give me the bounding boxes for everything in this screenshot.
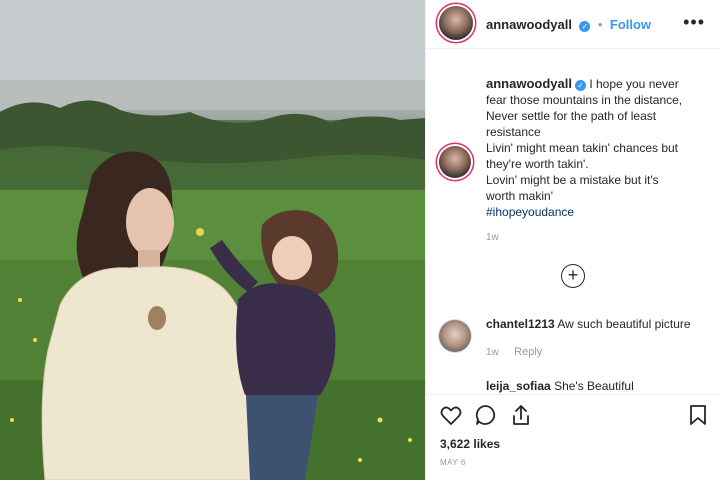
caption-timestamp: 1w (486, 232, 499, 243)
like-count[interactable]: 3,622 likes (440, 437, 500, 451)
comment-timestamp: 1w (486, 347, 499, 358)
header-line: annawoodyall ✓ • Follow (486, 16, 651, 34)
post-header: annawoodyall ✓ • Follow ••• (426, 0, 720, 49)
comment-item: leija_sofiaa She's Beautiful (486, 379, 634, 393)
heart-icon[interactable] (439, 403, 463, 427)
post-sidebar: annawoodyall ✓ • Follow ••• annawoodyall… (425, 0, 720, 481)
comment-meta: 1w Reply (486, 344, 542, 358)
commenter-avatar[interactable] (439, 320, 471, 352)
caption-verified-icon: ✓ (574, 80, 586, 91)
caption-line: they're worth takin'. (486, 157, 589, 171)
caption-avatar[interactable] (439, 146, 471, 178)
plus-circle-icon: + (567, 265, 579, 285)
caption-username[interactable]: annawoodyall (486, 76, 572, 91)
caption-line: worth makin' (486, 189, 553, 203)
bookmark-icon[interactable] (686, 403, 710, 427)
hashtag-link[interactable]: #ihopeyoudance (486, 204, 708, 220)
follow-button[interactable]: Follow (610, 17, 651, 32)
comment-text: She's Beautiful (554, 379, 634, 393)
caption-line: Lovin' might be a mistake but it's (486, 173, 659, 187)
more-options-icon[interactable]: ••• (683, 12, 705, 33)
comment-username[interactable]: chantel1213 (486, 317, 555, 331)
caption-line: Livin' might mean takin' chances but (486, 141, 679, 155)
post-caption: annawoodyall ✓ I hope you never fear thos… (486, 76, 708, 246)
caption-line: resistance (486, 125, 541, 139)
caption-line: fear those mountains in the distance, (486, 93, 683, 107)
separator-dot: • (597, 17, 603, 32)
post-date: MAY 6 (440, 458, 466, 467)
post-photo[interactable] (0, 0, 425, 480)
caption-line: Never settle for the path of least (486, 109, 657, 123)
caption-line: I hope you never (589, 77, 679, 91)
reply-button[interactable]: Reply (514, 346, 542, 358)
comment-icon[interactable] (474, 403, 498, 427)
comment-username[interactable]: leija_sofiaa (486, 379, 551, 393)
photo-illustration (0, 0, 425, 480)
share-icon[interactable] (509, 403, 533, 427)
comment-item: chantel1213 Aw such beautiful picture (486, 317, 691, 331)
comment-text: Aw such beautiful picture (557, 317, 691, 331)
author-avatar[interactable] (439, 6, 473, 40)
caption-first-line: annawoodyall ✓ I hope you never (486, 76, 708, 92)
post-actions: 3,622 likes MAY 6 (426, 394, 720, 481)
author-username[interactable]: annawoodyall (486, 17, 572, 32)
verified-badge-icon: ✓ (579, 21, 591, 32)
load-more-comments-button[interactable]: + (561, 264, 585, 288)
